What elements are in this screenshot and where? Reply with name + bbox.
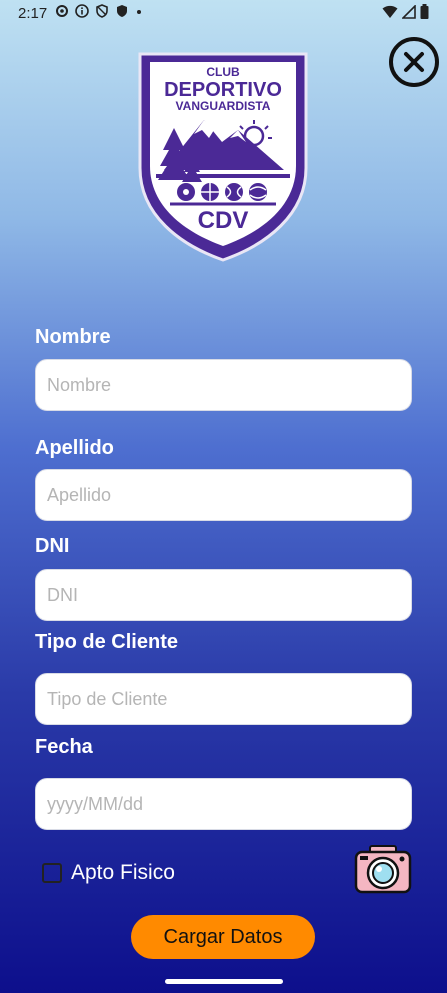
- checkbox-box[interactable]: [42, 863, 62, 883]
- nombre-input[interactable]: [35, 359, 412, 411]
- dot-icon: [137, 10, 141, 14]
- logo-line2: DEPORTIVO: [164, 79, 282, 101]
- apto-fisico-label: Apto Fisico: [71, 861, 175, 884]
- nombre-label: Nombre: [35, 326, 111, 348]
- status-bar: 2:17: [0, 0, 447, 28]
- camera-icon[interactable]: [354, 843, 412, 895]
- fecha-input[interactable]: [35, 778, 412, 830]
- club-logo: CLUB DEPORTIVO VANGUARDISTA CDV: [138, 52, 308, 262]
- close-button[interactable]: [389, 37, 439, 87]
- signal-icon: [402, 4, 416, 19]
- home-indicator[interactable]: [165, 979, 283, 984]
- dni-label: DNI: [35, 535, 70, 557]
- status-left-icons: [55, 4, 143, 18]
- info-icon: [75, 4, 89, 18]
- shield-icon: [117, 5, 127, 17]
- apto-fisico-checkbox[interactable]: Apto Fisico: [42, 861, 175, 885]
- tipo-cliente-input[interactable]: [35, 673, 412, 725]
- dni-input[interactable]: [35, 569, 412, 621]
- tipo-cliente-label: Tipo de Cliente: [35, 631, 178, 653]
- status-time: 2:17: [18, 5, 48, 22]
- status-right-icons: [382, 4, 429, 19]
- logo-line3: VANGUARDISTA: [176, 99, 271, 113]
- wifi-icon: [382, 5, 398, 18]
- close-icon: [404, 52, 424, 72]
- logo-line1: CLUB: [206, 65, 240, 79]
- settings-icon: [56, 5, 68, 17]
- cargar-datos-button[interactable]: Cargar Datos: [131, 915, 315, 959]
- vpn-icon: [96, 4, 108, 18]
- apellido-input[interactable]: [35, 469, 412, 521]
- fecha-label: Fecha: [35, 736, 93, 758]
- battery-icon: [420, 4, 429, 19]
- logo-initials: CDV: [198, 207, 249, 234]
- apellido-label: Apellido: [35, 437, 114, 459]
